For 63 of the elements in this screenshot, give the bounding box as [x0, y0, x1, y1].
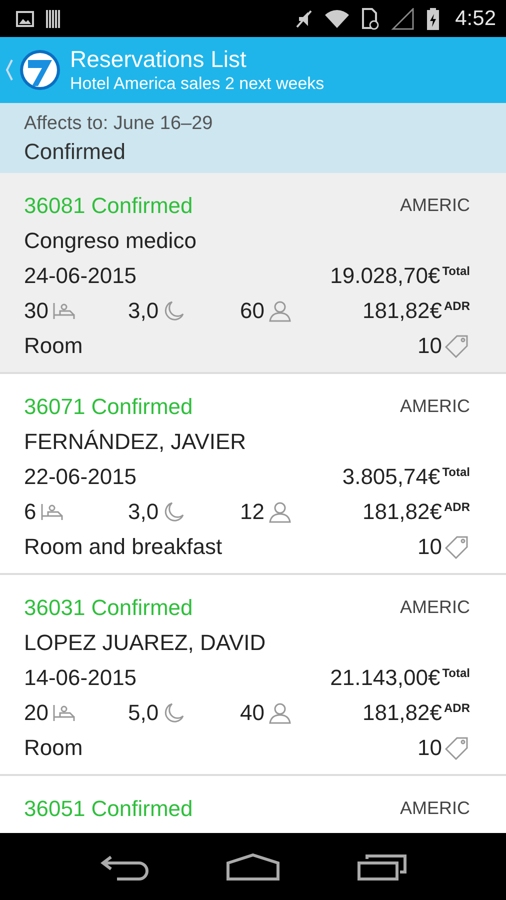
- adr-amount: 181,82€$^{ADR}$: [362, 498, 470, 524]
- room-count: 30: [24, 298, 48, 324]
- bed-icon: [52, 300, 76, 320]
- room-count: 20: [24, 700, 48, 726]
- adr-amount: 181,82€$^{ADR}$: [362, 700, 470, 726]
- reservation-title: 36071 Confirmed: [24, 394, 193, 420]
- app-logo-icon[interactable]: [4, 48, 62, 92]
- moon-icon: [162, 702, 185, 724]
- night-count: 5,0: [128, 700, 159, 726]
- total-amount: 19.028,70€$^{Total}$: [330, 262, 470, 288]
- board-type: Room and breakfast: [24, 534, 222, 560]
- arrival-date: 24-06-2015: [24, 262, 137, 288]
- guest-name: LOPEZ JUAREZ, DAVID: [24, 630, 266, 656]
- board-type: Room: [24, 332, 83, 358]
- person-icon: [268, 298, 292, 322]
- guest-count: 40: [240, 700, 264, 726]
- reservation-title: 36051 Confirmed: [24, 796, 193, 822]
- tag-icon: [444, 334, 470, 358]
- arrival-date: 14-06-2015: [24, 664, 137, 690]
- adr-amount: 181,82€$^{ADR}$: [362, 298, 470, 324]
- guest-count: 12: [240, 498, 264, 524]
- total-amount: 21.143,00€$^{Total}$: [330, 664, 470, 690]
- night-count: 3,0: [128, 498, 159, 524]
- board-type: Room: [24, 734, 83, 760]
- discount-value: 10: [418, 734, 442, 760]
- discount-value: 10: [418, 534, 442, 560]
- tag-icon: [444, 534, 470, 558]
- bed-icon: [52, 702, 76, 722]
- hotel-code: AMERIC: [400, 195, 470, 216]
- status-time: 4:52: [455, 6, 496, 30]
- hotel-code: AMERIC: [400, 396, 470, 417]
- recent-apps-icon[interactable]: [357, 852, 408, 880]
- tag-icon: [444, 736, 470, 760]
- sim-icon: [361, 8, 380, 30]
- discount-value: 10: [418, 332, 442, 358]
- hotel-code: AMERIC: [400, 798, 470, 819]
- total-amount: 3.805,74€$^{Total}$: [342, 464, 470, 490]
- barcode-icon: [46, 10, 60, 28]
- battery-icon: [427, 8, 440, 30]
- reservation-title: 36031 Confirmed: [24, 594, 193, 620]
- reservation-card[interactable]: 36081 Confirmed AMERIC Congreso medico 24-06-2015 19.028,70€$^{Total}$ 30 3,0 60 181,82€$^{ADR}$ Room 10: [0, 173, 506, 374]
- guest-name: FERNÁNDEZ, JAVIER: [24, 428, 246, 454]
- signal-icon: [391, 8, 416, 30]
- status-filter-text: Confirmed: [24, 139, 126, 165]
- moon-icon: [162, 500, 185, 522]
- person-icon: [268, 700, 292, 724]
- guest-count: 60: [240, 298, 264, 324]
- reservation-title: 36081 Confirmed: [24, 192, 193, 218]
- screen-title: Reservations List: [70, 45, 248, 73]
- person-icon: [268, 500, 292, 524]
- image-icon: [16, 10, 34, 26]
- screen-subtitle: Hotel America sales 2 next weeks: [70, 73, 324, 95]
- bed-icon: [40, 502, 64, 522]
- wifi-icon: [325, 10, 350, 28]
- home-icon[interactable]: [226, 852, 280, 880]
- guest-name: Congreso medico: [24, 228, 196, 254]
- muted-icon: [295, 8, 314, 28]
- moon-icon: [162, 300, 185, 322]
- night-count: 3,0: [128, 298, 159, 324]
- arrival-date: 22-06-2015: [24, 464, 137, 490]
- hotel-code: AMERIC: [400, 597, 470, 618]
- date-range-text: Affects to: June 16–29: [24, 113, 214, 135]
- room-count: 6: [24, 498, 36, 524]
